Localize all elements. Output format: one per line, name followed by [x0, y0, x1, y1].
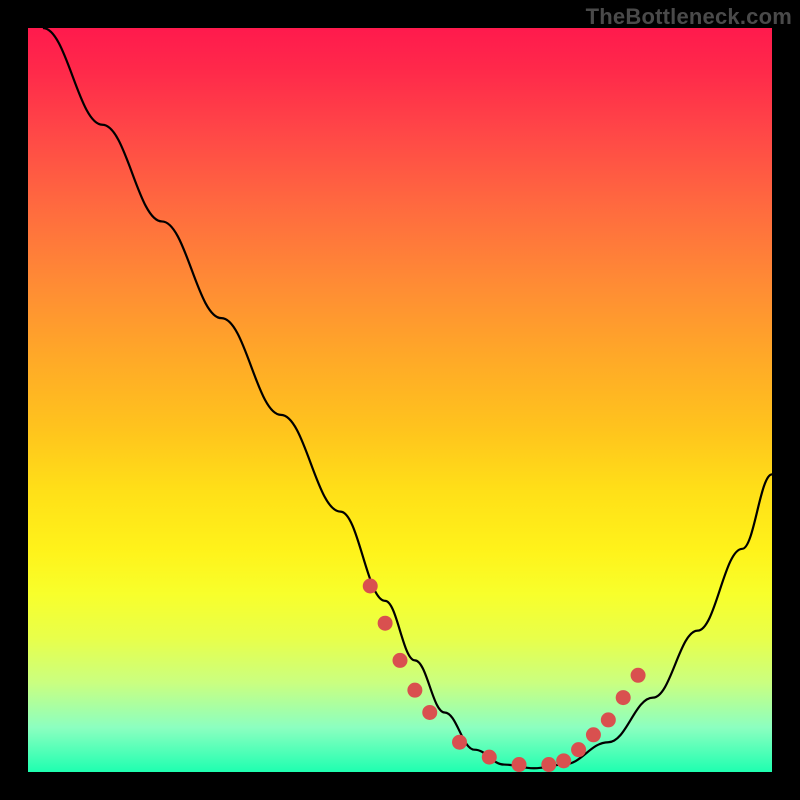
marker-dot — [378, 616, 393, 631]
marker-dot — [363, 579, 378, 594]
marker-dot — [616, 690, 631, 705]
plot-area — [28, 28, 772, 772]
marker-dot — [422, 705, 437, 720]
marker-dot — [512, 757, 527, 772]
marker-dot — [541, 757, 556, 772]
watermark-text: TheBottleneck.com — [586, 4, 792, 30]
marker-dot — [586, 727, 601, 742]
chart-frame: TheBottleneck.com — [0, 0, 800, 800]
marker-dot — [601, 712, 616, 727]
marker-dot — [571, 742, 586, 757]
marker-dot — [482, 750, 497, 765]
marker-dot — [631, 668, 646, 683]
curve-path — [43, 28, 772, 768]
marker-dot — [393, 653, 408, 668]
marker-dot — [556, 753, 571, 768]
chart-svg — [28, 28, 772, 772]
marker-dot — [407, 683, 422, 698]
bottleneck-curve — [43, 28, 772, 768]
marker-dot — [452, 735, 467, 750]
